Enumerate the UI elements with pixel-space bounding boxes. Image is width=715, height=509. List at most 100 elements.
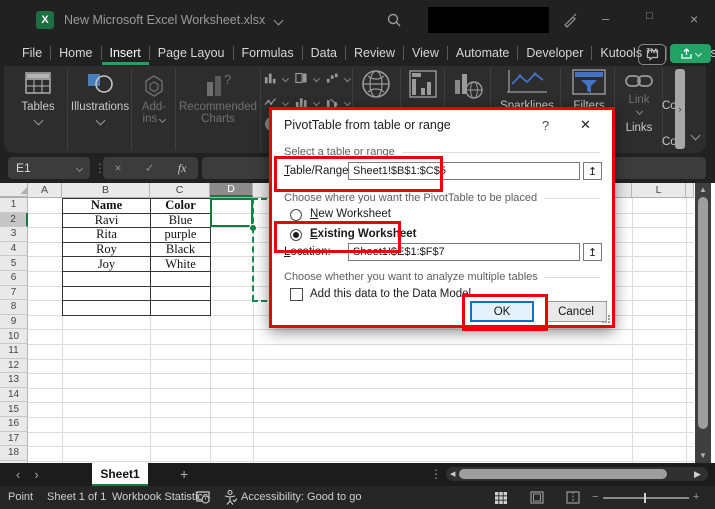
document-title[interactable]: New Microsoft Excel Worksheet.xlsx xyxy=(64,13,282,27)
row-header-8[interactable]: 8 xyxy=(0,300,28,315)
scroll-up-icon[interactable]: ▲ xyxy=(699,185,707,194)
cell[interactable]: Name xyxy=(62,198,151,214)
column-header-A[interactable]: A xyxy=(28,183,62,197)
illustrations-button[interactable]: Illustrations xyxy=(70,70,130,124)
name-box[interactable]: E1 xyxy=(8,157,90,179)
insert-function-icon[interactable]: fx xyxy=(178,161,187,176)
ribbon-tab-page-layou[interactable]: Page Layou xyxy=(150,42,233,65)
column-header-B[interactable]: B xyxy=(62,183,150,197)
row-header-5[interactable]: 5 xyxy=(0,256,28,271)
cancel-button[interactable]: Cancel xyxy=(545,301,607,322)
cell[interactable] xyxy=(150,271,211,287)
excel-app-icon[interactable]: X xyxy=(36,11,54,29)
pivotchart-button[interactable] xyxy=(406,70,440,98)
cell[interactable]: Ravi xyxy=(62,213,151,229)
title-chevron-down-icon[interactable] xyxy=(273,16,283,26)
dialog-close-icon[interactable]: ✕ xyxy=(580,117,591,133)
data-model-checkbox[interactable] xyxy=(290,288,303,301)
chevron-down-icon[interactable] xyxy=(282,99,289,106)
chevron-down-icon[interactable] xyxy=(313,75,320,82)
ribbon-scroll-strip[interactable]: › xyxy=(675,69,685,149)
workbook-statistics-button[interactable]: Workbook Statistics xyxy=(112,491,208,503)
ribbon-tab-developer[interactable]: Developer xyxy=(518,42,591,65)
add-sheet-button[interactable]: + xyxy=(180,466,188,482)
new-worksheet-radio[interactable] xyxy=(290,209,302,221)
row-header-17[interactable]: 17 xyxy=(0,432,28,447)
select-all-corner[interactable]: ◢ xyxy=(0,183,28,197)
ribbon-tab-file[interactable]: File xyxy=(14,42,50,65)
row-header-11[interactable]: 11 xyxy=(0,344,28,359)
chevron-down-icon[interactable] xyxy=(282,75,289,82)
cell[interactable]: Color xyxy=(150,198,211,214)
minimize-button[interactable]: – xyxy=(602,11,609,26)
row-header-3[interactable]: 3 xyxy=(0,227,28,242)
maps-button[interactable] xyxy=(358,68,394,100)
column-header-blank[interactable] xyxy=(686,183,694,197)
row-header-15[interactable]: 15 xyxy=(0,402,28,417)
accessibility-status[interactable]: Accessibility: Good to go xyxy=(241,491,361,503)
add-ins-button[interactable]: Add- ins xyxy=(134,70,174,125)
row-header-16[interactable]: 16 xyxy=(0,417,28,432)
ribbon-tab-view[interactable]: View xyxy=(404,42,447,65)
cell[interactable] xyxy=(150,300,211,316)
row-header-12[interactable]: 12 xyxy=(0,359,28,374)
sparklines-group[interactable]: Sparklines xyxy=(496,68,558,112)
ribbon-tab-data[interactable]: Data xyxy=(303,42,345,65)
row-header-10[interactable]: 10 xyxy=(0,329,28,344)
maximize-button[interactable]: □ xyxy=(646,10,653,22)
row-header-9[interactable]: 9 xyxy=(0,315,28,330)
column-header-C[interactable]: C xyxy=(150,183,210,197)
collapse-ribbon-chevron-icon[interactable] xyxy=(691,131,701,141)
horizontal-scrollbar-thumb[interactable] xyxy=(459,469,667,479)
cell[interactable]: Rita xyxy=(62,227,151,243)
scroll-left-icon[interactable]: ◀ xyxy=(450,470,455,478)
next-sheet-icon[interactable]: › xyxy=(34,467,38,482)
filters-group[interactable]: Filters xyxy=(566,68,612,112)
column-chart-icon[interactable] xyxy=(264,72,276,84)
page-break-preview-icon[interactable] xyxy=(566,491,580,504)
zoom-slider-track[interactable] xyxy=(603,497,689,499)
ribbon-tab-home[interactable]: Home xyxy=(51,42,100,65)
row-header-1[interactable]: 1 xyxy=(0,198,28,213)
tables-button[interactable]: Tables xyxy=(12,70,64,124)
cell[interactable] xyxy=(150,286,211,302)
name-box-chevron-down-icon[interactable] xyxy=(76,164,83,171)
cell[interactable]: Blue xyxy=(150,213,211,229)
cell[interactable]: Black xyxy=(150,242,211,258)
share-button[interactable] xyxy=(670,44,711,63)
ribbon-tab-automate[interactable]: Automate xyxy=(448,42,518,65)
cell[interactable] xyxy=(62,271,151,287)
row-header-13[interactable]: 13 xyxy=(0,373,28,388)
row-header-14[interactable]: 14 xyxy=(0,388,28,403)
row-header-18[interactable]: 18 xyxy=(0,446,28,461)
comments-button[interactable] xyxy=(638,44,666,65)
pen-icon[interactable] xyxy=(562,12,578,28)
table-range-picker-button[interactable]: ↥ xyxy=(583,162,602,180)
link-button[interactable]: Link Links xyxy=(620,70,658,134)
ribbon-tab-insert[interactable]: Insert xyxy=(102,42,149,65)
dialog-help-icon[interactable]: ? xyxy=(542,118,549,133)
chevron-down-icon[interactable] xyxy=(344,75,351,82)
cell[interactable]: Joy xyxy=(62,256,151,272)
scroll-down-icon[interactable]: ▼ xyxy=(699,451,707,460)
column-header-D[interactable]: D xyxy=(210,183,253,197)
cell[interactable]: White xyxy=(150,256,211,272)
row-header-2[interactable]: 2 xyxy=(0,213,28,228)
dialog-resize-grip[interactable] xyxy=(602,315,610,323)
zoom-slider-thumb[interactable] xyxy=(644,493,646,503)
waterfall-chart-icon[interactable] xyxy=(326,72,338,84)
search-icon[interactable] xyxy=(386,12,402,28)
prev-sheet-icon[interactable]: ‹ xyxy=(16,467,20,482)
recommended-charts-button[interactable]: ? Recommended Charts xyxy=(178,70,258,125)
row-header-6[interactable]: 6 xyxy=(0,271,28,286)
cancel-entry-icon[interactable]: × xyxy=(115,161,122,175)
column-header-L[interactable]: L xyxy=(632,183,686,197)
three-d-map-button[interactable] xyxy=(450,70,486,100)
chevron-down-icon[interactable] xyxy=(344,99,351,106)
chevron-down-icon[interactable] xyxy=(313,99,320,106)
vertical-scrollbar-thumb[interactable] xyxy=(698,197,708,429)
sheet-tab-sheet1[interactable]: Sheet1 xyxy=(92,463,148,486)
tab-bar-more-icon[interactable]: ⋮ xyxy=(430,467,442,481)
treemap-chart-icon[interactable] xyxy=(295,72,307,84)
row-header-4[interactable]: 4 xyxy=(0,242,28,257)
